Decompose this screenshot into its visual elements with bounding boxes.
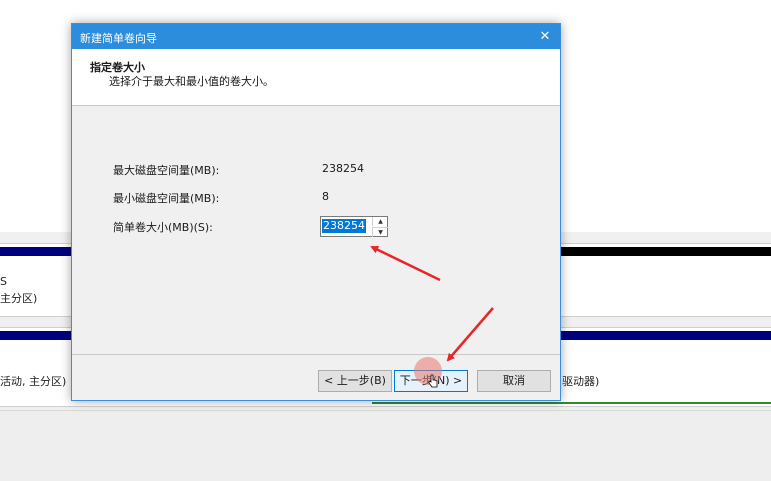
volume-size-input[interactable]: 238254: [322, 219, 366, 233]
partition-bar-black: [561, 247, 771, 256]
page-subtitle: 选择介于最大和最小值的卷大小。: [109, 75, 274, 88]
hand-cursor-icon: [428, 374, 438, 388]
volume-size-stepper[interactable]: 238254 ▲ ▼: [320, 216, 388, 237]
drive-status-label: 驱动器): [562, 375, 600, 388]
spin-up-icon[interactable]: ▲: [372, 217, 388, 226]
dialog-titlebar[interactable]: 新建简单卷向导 ✕: [72, 24, 560, 49]
max-size-label: 最大磁盘空间量(MB):: [113, 164, 220, 177]
volume-size-label: 简单卷大小(MB)(S):: [113, 221, 213, 234]
footer-divider: [72, 354, 560, 355]
cancel-button[interactable]: 取消: [477, 370, 551, 392]
min-size-value: 8: [322, 190, 329, 203]
partition-type-label: 主分区): [0, 292, 38, 305]
partition-status-label: 活动, 主分区): [0, 375, 67, 388]
max-size-value: 238254: [322, 162, 364, 175]
status-area: [0, 410, 771, 481]
wizard-header: 指定卷大小 选择介于最大和最小值的卷大小。: [72, 49, 560, 106]
partition-label: S: [0, 275, 7, 288]
spin-down-icon[interactable]: ▼: [372, 227, 388, 237]
new-simple-volume-wizard: 新建简单卷向导 ✕ 指定卷大小 选择介于最大和最小值的卷大小。 最大磁盘空间量(…: [71, 23, 561, 401]
dialog-title: 新建简单卷向导: [80, 32, 157, 45]
back-button[interactable]: < 上一步(B): [318, 370, 392, 392]
selection-outline: [372, 402, 771, 404]
close-icon[interactable]: ✕: [534, 26, 556, 47]
min-size-label: 最小磁盘空间量(MB):: [113, 192, 220, 205]
